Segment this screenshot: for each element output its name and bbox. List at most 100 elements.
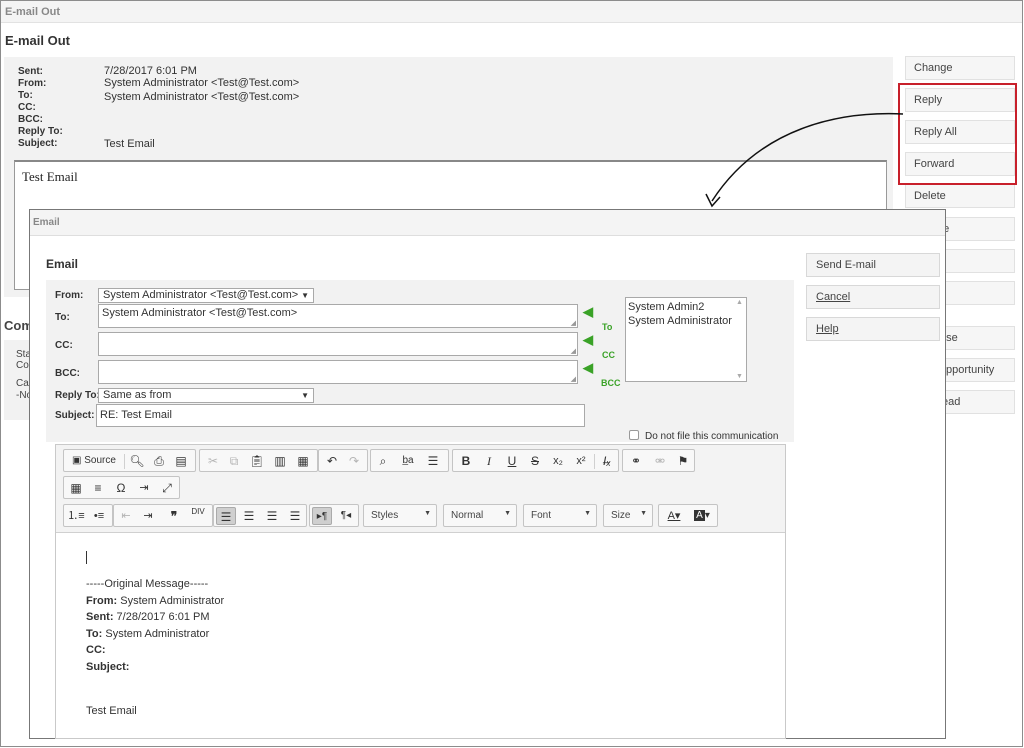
email-dialog-titlebar: Email (30, 210, 945, 236)
original-message-separator: -----Original Message----- (86, 578, 209, 590)
styles-combo[interactable]: Styles ▼ (363, 504, 437, 527)
superscript-icon[interactable]: x² (572, 452, 590, 470)
redo-icon[interactable]: ↷ (345, 452, 363, 470)
toolbar-separator (124, 454, 125, 469)
toolbar-group-document: ▣ Source 🔍︎ ⎙ ▤ (63, 449, 196, 472)
reply-to-select[interactable]: Same as from ▼ (98, 388, 314, 403)
dropdown-caret-icon: ▼ (584, 510, 591, 517)
bulleted-list-icon[interactable]: •≡ (90, 507, 108, 525)
font-combo-label: Font (531, 510, 552, 521)
paste-word-icon[interactable]: ▦ (294, 452, 312, 470)
bold-icon[interactable]: B (457, 452, 475, 470)
subject-input[interactable]: RE: Test Email (96, 404, 585, 427)
fragment-text: -No (16, 390, 30, 401)
bcc-field[interactable]: ◢ (98, 360, 578, 384)
fragment-text: Co (16, 360, 29, 371)
quoted-cc-label: CC: (86, 644, 106, 656)
recipient-list[interactable]: System Admin2 System Administrator ▲ ▼ (625, 297, 747, 382)
reply-to-label: Reply To: (18, 126, 63, 137)
ltr-icon[interactable]: ▸¶ (312, 507, 332, 525)
remove-format-icon[interactable]: I̶ₓ (598, 452, 616, 470)
underline-icon[interactable]: U (503, 452, 521, 470)
reply-options-highlight (898, 83, 1017, 185)
toolbar-group-blocks: ⇤ ⇥ ❞ DIV (113, 504, 213, 527)
align-left-icon[interactable]: ☰ (216, 507, 236, 525)
toolbar-group-colors: A▾ A ▾ (658, 504, 718, 527)
paste-text-icon[interactable]: ▥ (271, 452, 289, 470)
curved-arrow-icon (705, 112, 904, 208)
anchor-flag-icon[interactable]: ⚑ (674, 452, 692, 470)
table-icon[interactable]: ▦ (67, 479, 85, 497)
cancel-button[interactable]: Cancel (806, 285, 940, 309)
align-center-icon[interactable]: ☰ (239, 507, 259, 525)
recipient-option[interactable]: System Administrator (628, 314, 744, 328)
add-to-arrow-icon[interactable]: ◀ (583, 304, 593, 320)
copy-icon[interactable]: ⧉ (225, 452, 243, 470)
from-select[interactable]: System Administrator <Test@Test.com> ▼ (98, 288, 314, 303)
justify-icon[interactable]: ☰ (285, 507, 305, 525)
add-to-label[interactable]: To (602, 322, 612, 332)
add-bcc-label[interactable]: BCC (601, 378, 621, 388)
recipient-list-scrollbar[interactable]: ▲ ▼ (734, 298, 746, 381)
numbered-list-icon[interactable]: ⒈≡ (67, 507, 85, 525)
horizontal-rule-icon[interactable]: ≡ (89, 479, 107, 497)
background-color-icon[interactable]: A ▾ (690, 507, 714, 525)
increase-indent-icon[interactable]: ⇥ (139, 507, 157, 525)
unlink-icon[interactable]: ⚮ (650, 452, 670, 470)
create-div-icon[interactable]: DIV (188, 507, 208, 525)
add-cc-label[interactable]: CC (602, 350, 615, 360)
toolbar-group-direction: ▸¶ ¶◂ (309, 504, 359, 527)
quoted-to-line: To: System Administrator (86, 628, 209, 640)
to-value: System Administrator <Test@Test.com> (104, 91, 300, 103)
replace-icon[interactable]: b̲a (398, 452, 418, 470)
text-color-icon[interactable]: A▾ (662, 507, 686, 525)
link-icon[interactable]: ⚭ (626, 452, 646, 470)
quoted-to-label: To: (86, 628, 103, 640)
templates-icon[interactable]: ▤ (172, 452, 190, 470)
align-right-icon[interactable]: ☰ (262, 507, 282, 525)
send-email-button[interactable]: Send E-mail (806, 253, 940, 277)
toolbar-group-links: ⚭ ⚮ ⚑ (622, 449, 695, 472)
preview-icon[interactable]: 🔍︎ (128, 452, 146, 470)
strikethrough-icon[interactable]: S (526, 452, 544, 470)
scroll-down-icon[interactable]: ▼ (736, 373, 743, 380)
blockquote-icon[interactable]: ❞ (165, 507, 183, 525)
subscript-icon[interactable]: x₂ (549, 452, 567, 470)
toolbar-group-lists: ⒈≡ •≡ (63, 504, 113, 527)
rtl-icon[interactable]: ¶◂ (336, 507, 356, 525)
to-field[interactable]: System Administrator <Test@Test.com> ◢ (98, 304, 578, 328)
add-cc-arrow-icon[interactable]: ◀ (583, 332, 593, 348)
source-button[interactable]: ▣ Source (67, 452, 121, 470)
cc-field[interactable]: ◢ (98, 332, 578, 356)
special-char-icon[interactable]: Ω (112, 479, 130, 497)
decrease-indent-icon[interactable]: ⇤ (117, 507, 135, 525)
maximize-icon[interactable]: ⤢ (158, 479, 176, 497)
undo-icon[interactable]: ↶ (323, 452, 341, 470)
to-field-label: To: (55, 312, 70, 323)
select-all-icon[interactable]: ☰ (424, 452, 442, 470)
size-combo[interactable]: Size ▼ (603, 504, 653, 527)
add-bcc-arrow-icon[interactable]: ◀ (583, 360, 593, 376)
quoted-from-label: From: (86, 595, 118, 607)
recipient-option[interactable]: System Admin2 (628, 300, 744, 314)
format-combo[interactable]: Normal ▼ (443, 504, 517, 527)
print-icon[interactable]: ⎙ (150, 452, 168, 470)
to-label: To: (18, 90, 33, 101)
cut-icon[interactable]: ✂ (204, 452, 222, 470)
do-not-file-checkbox[interactable] (629, 430, 639, 440)
paste-icon[interactable]: 📋︎ (248, 452, 266, 470)
toolbar-group-find: ⌕ b̲a ☰ (370, 449, 449, 472)
find-icon[interactable]: ⌕ (374, 452, 392, 470)
change-button[interactable]: Change (905, 56, 1015, 80)
help-button[interactable]: Help (806, 317, 940, 341)
delete-button[interactable]: Delete (905, 184, 1015, 208)
italic-icon[interactable]: I (480, 452, 498, 470)
subject-value: Test Email (104, 138, 155, 150)
toolbar-group-clipboard: ✂ ⧉ 📋︎ ▥ ▦ (199, 449, 318, 472)
quoted-subject-label: Subject: (86, 661, 130, 673)
page-break-icon[interactable]: ⇥ (135, 479, 153, 497)
font-combo[interactable]: Font ▼ (523, 504, 597, 527)
scroll-up-icon[interactable]: ▲ (736, 299, 743, 306)
to-field-value: System Administrator <Test@Test.com> (102, 307, 298, 319)
dropdown-caret-icon: ▼ (640, 510, 647, 517)
